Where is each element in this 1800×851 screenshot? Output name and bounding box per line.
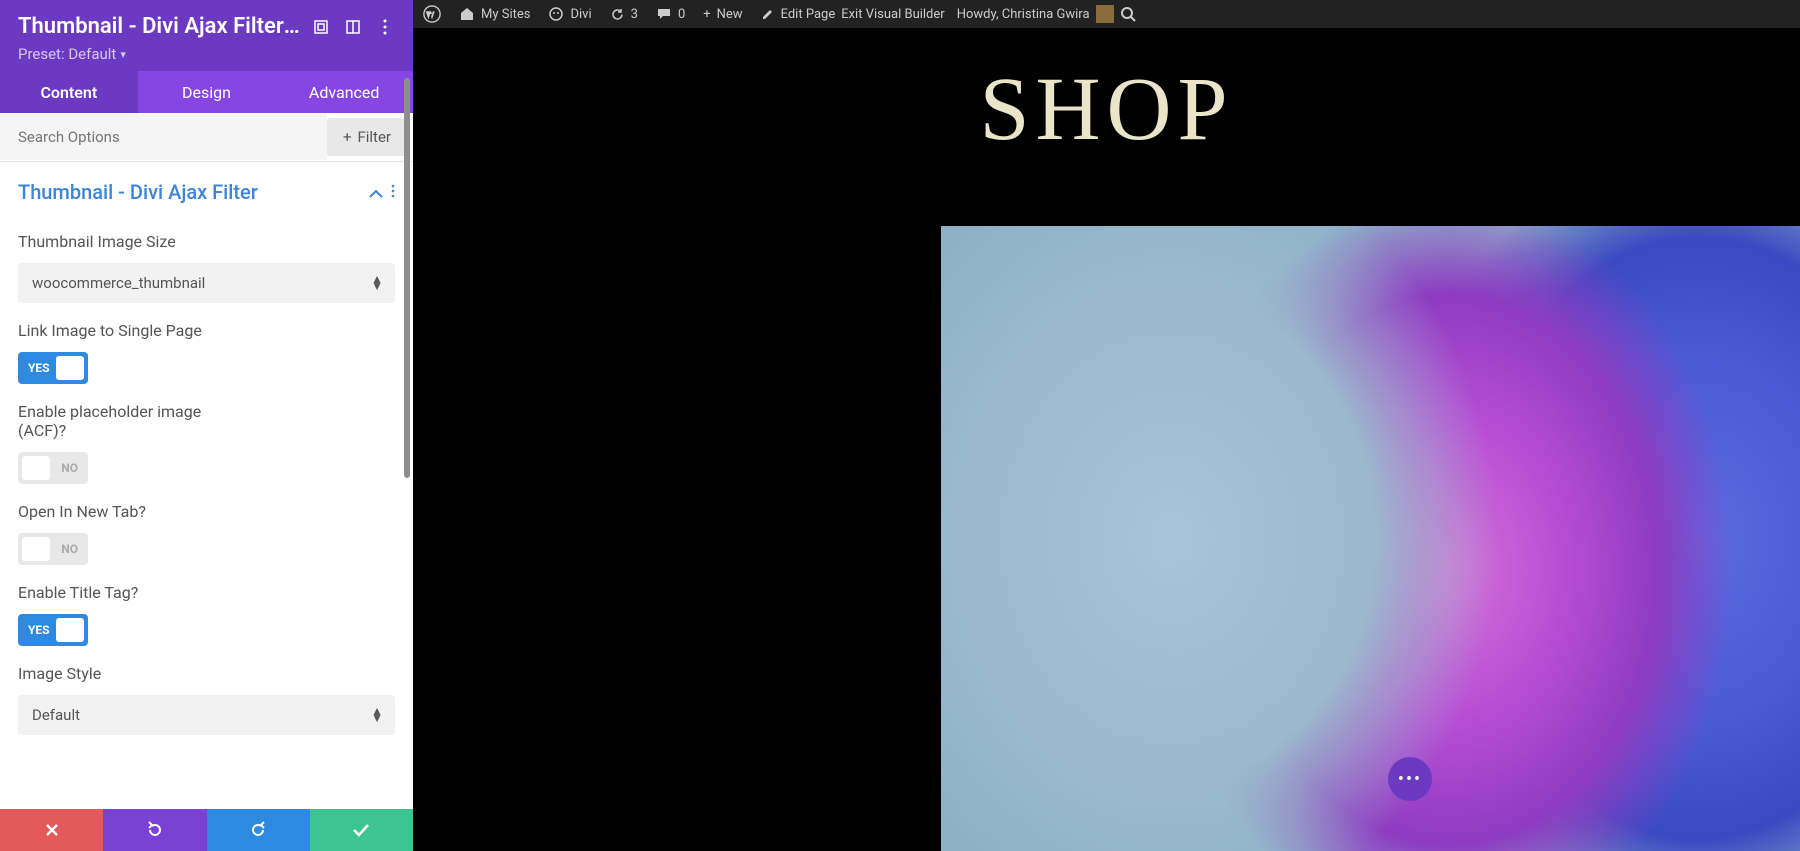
toggle-label: NO [51, 461, 88, 475]
comments-count: 0 [678, 7, 685, 22]
edit-page-link[interactable]: Edit Page Exit Visual Builder Howdy, Chr… [761, 5, 1136, 23]
product-image [941, 226, 1800, 851]
new-tab-toggle[interactable]: NO [18, 533, 88, 565]
field-label: Enable Title Tag? [18, 583, 395, 602]
more-icon[interactable] [375, 17, 395, 37]
tab-advanced[interactable]: Advanced [275, 71, 413, 113]
settings-tabs: Content Design Advanced [0, 71, 413, 113]
responsive-icon[interactable] [311, 17, 331, 37]
field-title-tag: Enable Title Tag? YES [18, 583, 395, 646]
new-link[interactable]: + New [703, 7, 742, 22]
edit-page-label: Edit Page [781, 7, 836, 22]
field-label: Open In New Tab? [18, 502, 395, 521]
search-icon[interactable] [1120, 6, 1136, 22]
title-tag-toggle[interactable]: YES [18, 614, 88, 646]
undo-button[interactable] [103, 809, 206, 851]
search-input[interactable] [0, 114, 327, 160]
plus-icon: + [703, 7, 710, 22]
action-bar [0, 809, 413, 851]
wp-logo[interactable] [423, 5, 441, 23]
toggle-label: YES [18, 361, 60, 375]
link-single-toggle[interactable]: YES [18, 352, 88, 384]
toggle-thumb [22, 537, 50, 561]
toggle-thumb [56, 356, 84, 380]
filter-label: Filter [357, 128, 391, 146]
cancel-button[interactable] [0, 809, 103, 851]
toggle-thumb [56, 618, 84, 642]
howdy-text: Howdy, Christina Gwira [957, 7, 1090, 22]
new-label: New [717, 7, 743, 22]
panel-title: Thumbnail - Divi Ajax Filter ... [18, 14, 301, 39]
toggle-thumb [22, 456, 50, 480]
field-new-tab: Open In New Tab? NO [18, 502, 395, 565]
search-row: + Filter [0, 113, 413, 162]
comments-link[interactable]: 0 [656, 7, 685, 22]
page-title: SHOP [413, 58, 1800, 161]
wp-adminbar: My Sites Divi 3 0 + New Edit Page Exit V… [413, 0, 1800, 28]
toggle-label: NO [51, 542, 88, 556]
updates-count: 3 [631, 7, 638, 22]
image-size-select[interactable] [18, 263, 395, 303]
section-title[interactable]: Thumbnail - Divi Ajax Filter [18, 180, 361, 204]
field-image-style: Image Style ▲▼ [18, 664, 395, 735]
updates-link[interactable]: 3 [610, 7, 638, 22]
toggle-label: YES [18, 623, 60, 637]
field-label: Thumbnail Image Size [18, 232, 395, 251]
divi-fab-button[interactable]: ••• [1388, 757, 1432, 801]
field-label: Image Style [18, 664, 395, 683]
chevron-up-icon[interactable] [369, 183, 383, 202]
redo-button[interactable] [207, 809, 310, 851]
preview-area: My Sites Divi 3 0 + New Edit Page Exit V… [413, 0, 1800, 851]
section-more-icon[interactable] [391, 183, 395, 202]
save-button[interactable] [310, 809, 413, 851]
expand-icon[interactable] [343, 17, 363, 37]
image-style-select[interactable] [18, 695, 395, 735]
placeholder-acf-toggle[interactable]: NO [18, 452, 88, 484]
site-link[interactable]: Divi [548, 7, 591, 22]
plus-icon: + [343, 128, 352, 146]
field-link-single: Link Image to Single Page YES [18, 321, 395, 384]
settings-sidebar: Thumbnail - Divi Ajax Filter ... Preset:… [0, 0, 413, 851]
exit-visual-builder[interactable]: Exit Visual Builder [841, 7, 944, 22]
field-label: Link Image to Single Page [18, 321, 395, 340]
sidebar-header: Thumbnail - Divi Ajax Filter ... Preset:… [0, 0, 413, 71]
filter-button[interactable]: + Filter [327, 118, 407, 156]
tab-content[interactable]: Content [0, 71, 138, 113]
field-placeholder-acf: Enable placeholder image (ACF)? NO [18, 402, 395, 484]
field-label: Enable placeholder image (ACF)? [18, 402, 218, 440]
avatar [1096, 5, 1114, 23]
panel-body: Thumbnail Image Size ▲▼ Link Image to Si… [0, 214, 413, 809]
my-sites-link[interactable]: My Sites [459, 7, 530, 22]
preset-selector[interactable]: Preset: Default [18, 45, 395, 63]
site-name: Divi [570, 7, 591, 22]
my-sites-label: My Sites [481, 7, 530, 22]
field-image-size: Thumbnail Image Size ▲▼ [18, 232, 395, 303]
howdy-user[interactable]: Howdy, Christina Gwira [957, 5, 1114, 23]
section-header: Thumbnail - Divi Ajax Filter [0, 162, 413, 214]
scrollbar[interactable] [404, 78, 410, 478]
tab-design[interactable]: Design [138, 71, 276, 113]
